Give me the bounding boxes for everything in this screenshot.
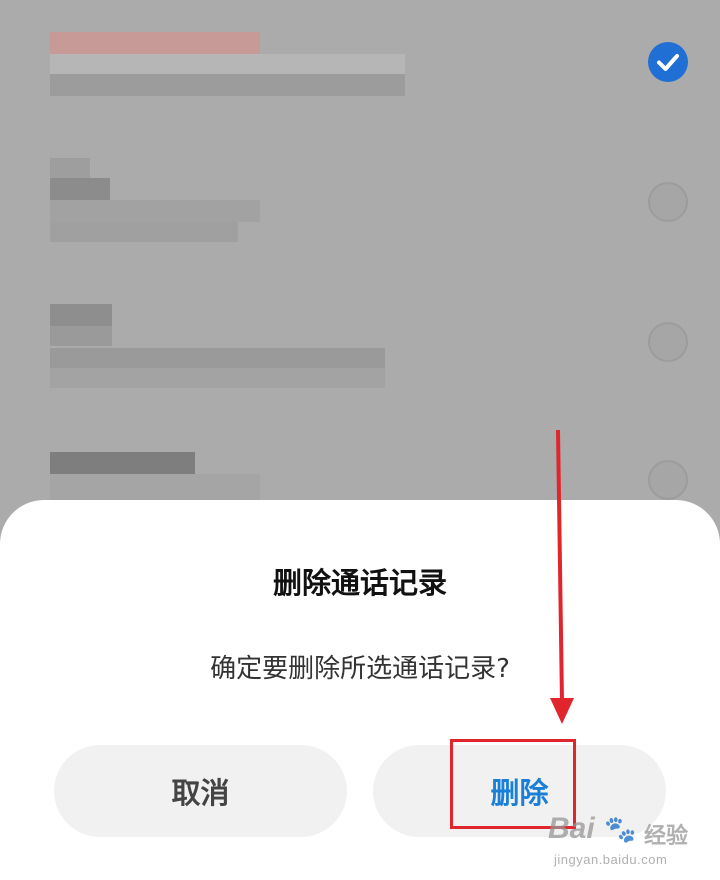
watermark-url: jingyan.baidu.com (554, 852, 668, 867)
unselected-checkbox[interactable] (648, 460, 688, 500)
baidu-jingyan-watermark: Bai 🐾 经验 jingyan.baidu.com (548, 812, 708, 874)
watermark-brand: Bai (548, 812, 595, 845)
annotation-arrow-icon (550, 430, 574, 724)
blurred-call-details (50, 222, 238, 242)
blurred-contact-name (50, 158, 90, 178)
blurred-contact-name (50, 452, 195, 474)
blurred-call-details (50, 368, 385, 388)
blurred-contact-name (50, 326, 112, 346)
blurred-call-details (50, 474, 260, 500)
unselected-checkbox[interactable] (648, 322, 688, 362)
call-log-item[interactable] (0, 158, 720, 298)
blurred-call-details (50, 74, 405, 96)
dialog-message: 确定要删除所选通话记录? (210, 654, 510, 684)
blurred-contact-name (50, 304, 112, 326)
unselected-checkbox[interactable] (648, 182, 688, 222)
paw-icon: 🐾 (604, 814, 637, 844)
blurred-contact-name (50, 32, 260, 54)
blurred-call-details (50, 54, 405, 74)
call-log-item[interactable] (0, 300, 720, 440)
dialog-title: 删除通话记录 (272, 566, 447, 600)
call-log-item[interactable] (0, 20, 720, 160)
watermark-brand-suffix: 经验 (644, 823, 689, 848)
blurred-call-details (50, 200, 260, 222)
selected-checkbox[interactable] (648, 42, 688, 82)
blurred-call-details (50, 348, 385, 368)
checkmark-icon (657, 54, 679, 71)
cancel-button[interactable]: 取消 (54, 745, 347, 837)
blurred-contact-name (50, 178, 110, 200)
